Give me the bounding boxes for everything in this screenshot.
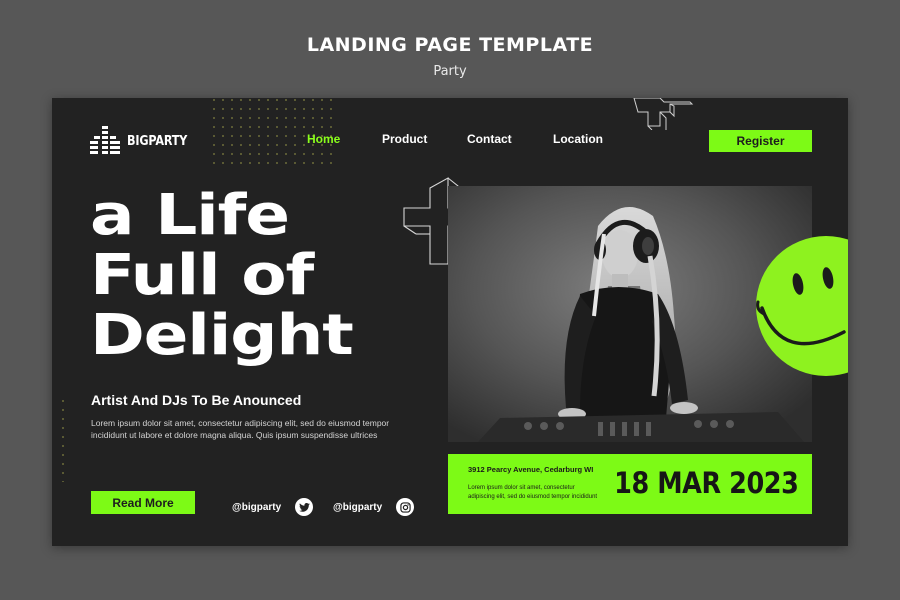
event-date: 18 MAR 2023: [613, 466, 799, 500]
hero-headline-line-3: Delight: [90, 303, 354, 368]
outer-subtitle: Party: [433, 64, 467, 79]
nav-product[interactable]: Product: [382, 132, 427, 146]
event-info-text: Lorem ipsum dolor sit amet, consectetur …: [468, 485, 598, 500]
dot-column-left: [60, 398, 70, 482]
outer-title: LANDING PAGE TEMPLATE: [306, 34, 594, 56]
nav-location[interactable]: Location: [553, 132, 603, 146]
hero-headline-line-2: Full of: [90, 243, 314, 308]
landing-page-card: BIGPARTY Home Product Contact Location R…: [52, 98, 848, 546]
event-address: 3912 Pearcy Avenue, Cedarburg WI: [468, 465, 594, 474]
cross-outline-top-icon: [633, 98, 694, 130]
register-button[interactable]: Register: [709, 130, 812, 152]
instagram-icon[interactable]: [396, 498, 415, 516]
twitter-handle: @bigparty: [232, 501, 282, 513]
instagram-handle: @bigparty: [333, 501, 383, 513]
equalizer-bars-icon: [90, 126, 120, 154]
hero-body-text: Lorem ipsum dolor sit amet, consectetur …: [91, 418, 390, 440]
twitter-icon[interactable]: [295, 498, 314, 516]
hero-tagline: Artist And DJs To Be Anounced: [91, 392, 302, 408]
read-more-button[interactable]: Read More: [91, 491, 195, 514]
nav-contact[interactable]: Contact: [467, 132, 512, 146]
social-instagram[interactable]: @bigparty: [333, 498, 415, 516]
event-info-bar: 3912 Pearcy Avenue, Cedarburg WI Lorem i…: [448, 454, 812, 514]
brand-logo[interactable]: BIGPARTY: [90, 126, 197, 156]
social-twitter[interactable]: @bigparty: [232, 498, 314, 516]
hero-headline-line-1: a Life: [90, 183, 290, 248]
brand-name: BIGPARTY: [127, 133, 188, 149]
nav-home[interactable]: Home: [307, 132, 340, 146]
smiley-face-icon: [756, 236, 848, 376]
